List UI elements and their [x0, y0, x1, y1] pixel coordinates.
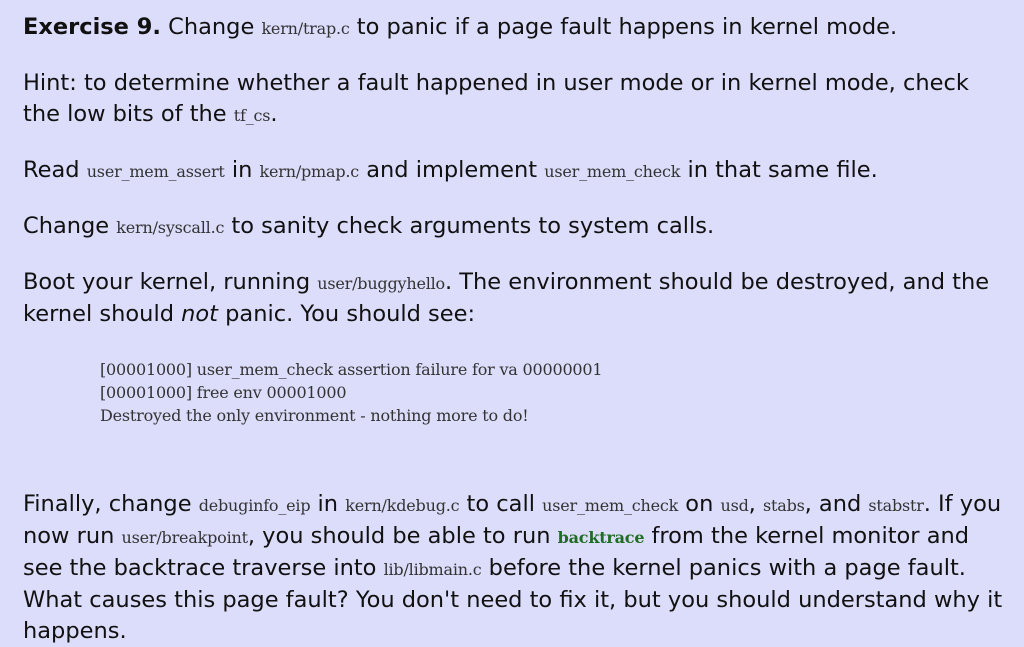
- file-path: kern/trap.c: [261, 19, 350, 38]
- function-name: user_mem_assert: [86, 162, 225, 181]
- function-name: user_mem_check: [544, 162, 681, 181]
- text-segment: Hint: to determine whether a fault happe…: [23, 70, 969, 127]
- file-path: kern/syscall.c: [116, 218, 225, 237]
- register-field: tf_cs: [233, 106, 271, 125]
- text-segment: on: [678, 491, 721, 517]
- function-name: debuginfo_eip: [198, 496, 311, 515]
- text-segment: Boot your kernel, running: [23, 269, 318, 295]
- text-segment: .: [270, 101, 278, 127]
- file-path: kern/kdebug.c: [345, 496, 460, 515]
- text-segment: Change: [23, 213, 117, 239]
- exercise-page: Exercise 9. Change kern/trap.c to panic …: [0, 0, 1024, 644]
- file-path: kern/pmap.c: [259, 162, 360, 181]
- variable-name: usd: [720, 496, 749, 515]
- text-segment: and implement: [359, 157, 545, 183]
- variable-name: stabstr: [868, 496, 924, 515]
- text-segment: in: [224, 157, 260, 183]
- file-path: lib/libmain.c: [383, 560, 482, 579]
- text-segment: in: [310, 491, 346, 517]
- file-path: user/breakpoint: [121, 528, 249, 547]
- text-segment: Change: [160, 14, 262, 40]
- hint-paragraph: Hint: to determine whether a fault happe…: [23, 68, 1010, 131]
- text-segment: ,: [748, 491, 763, 517]
- output-line: [00001000] free env 00001000: [100, 383, 347, 402]
- output-line: [00001000] user_mem_check assertion fail…: [100, 360, 603, 379]
- exercise-title: Exercise 9.: [23, 14, 161, 40]
- emphasis-text: not: [181, 301, 218, 327]
- text-segment: in that same file.: [680, 157, 878, 183]
- output-line: Destroyed the only environment - nothing…: [100, 406, 529, 425]
- text-segment: Read: [23, 157, 87, 183]
- text-segment: to sanity check arguments to system call…: [224, 213, 715, 239]
- text-segment: panic. You should see:: [218, 301, 476, 327]
- text-segment: , and: [804, 491, 869, 517]
- finally-paragraph: Finally, change debuginfo_eip in kern/kd…: [23, 489, 1010, 647]
- text-segment: Finally, change: [23, 491, 199, 517]
- text-segment: , you should be able to run: [247, 523, 558, 549]
- file-path: user/buggyhello: [317, 274, 445, 293]
- text-segment: to call: [459, 491, 543, 517]
- boot-paragraph: Boot your kernel, running user/buggyhell…: [23, 267, 1010, 330]
- monitor-command: backtrace: [557, 528, 645, 547]
- function-name: user_mem_check: [542, 496, 679, 515]
- variable-name: stabs: [762, 496, 805, 515]
- change-paragraph: Change kern/syscall.c to sanity check ar…: [23, 211, 1010, 243]
- exercise-heading-paragraph: Exercise 9. Change kern/trap.c to panic …: [23, 12, 1010, 44]
- read-paragraph: Read user_mem_assert in kern/pmap.c and …: [23, 155, 1010, 187]
- expected-output-block: [00001000] user_mem_check assertion fail…: [100, 358, 1010, 427]
- text-segment: to panic if a page fault happens in kern…: [349, 14, 898, 40]
